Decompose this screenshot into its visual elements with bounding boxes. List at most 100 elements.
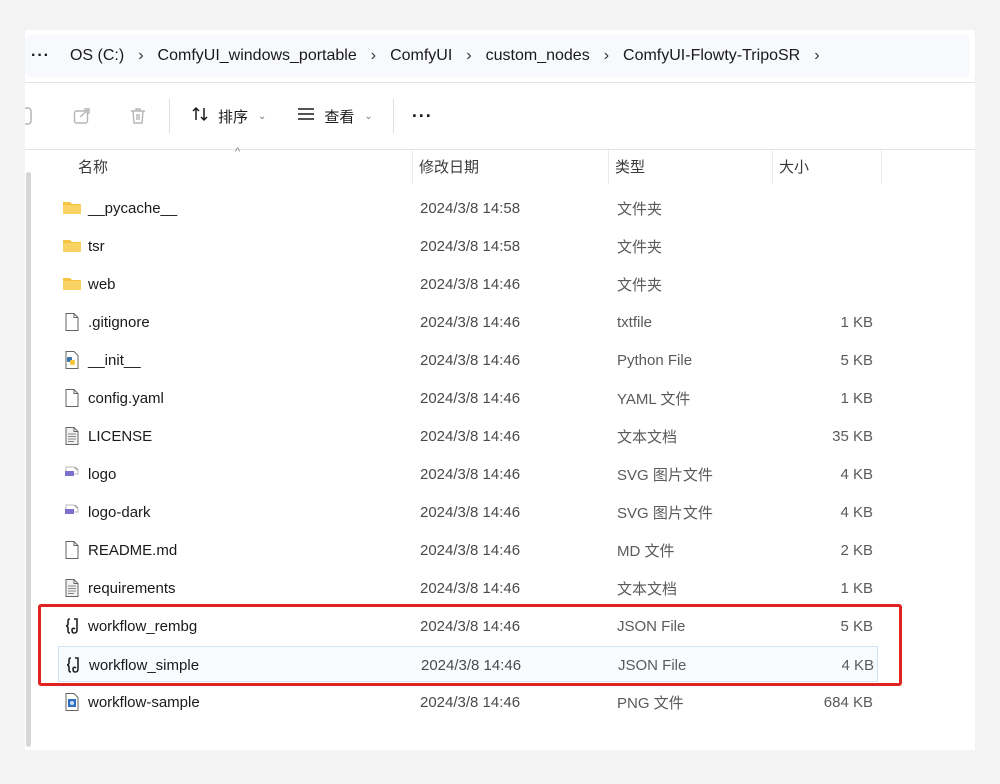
file-name-cell[interactable]: workflow-sample [62, 684, 200, 720]
file-size: 5 KB [840, 351, 873, 369]
file-modified: 2024/3/8 14:46 [421, 656, 522, 674]
file-name-cell[interactable]: workflow_simple [63, 647, 199, 683]
file-name: workflow_simple [89, 656, 200, 674]
file-name: .gitignore [88, 313, 150, 331]
file-row[interactable]: workflow-sample 2024/3/8 14:46 PNG 文件 684 K… [58, 684, 878, 720]
column-header-modified[interactable]: 修改日期 [413, 148, 609, 184]
python-file-icon [62, 350, 82, 370]
delete-icon[interactable] [127, 105, 149, 127]
file-row[interactable]: tsr 2024/3/8 14:58 文件夹 [58, 228, 878, 264]
file-modified: 2024/3/8 14:46 [420, 275, 521, 293]
file-name-cell[interactable]: __pycache__ [62, 190, 177, 226]
file-row[interactable]: __init__ 2024/3/8 14:46 Python File 5 KB [58, 342, 878, 378]
file-size: 684 KB [823, 693, 873, 711]
file-name-cell[interactable]: __init__ [62, 342, 141, 378]
view-lines-icon [296, 104, 316, 128]
file-name: workflow-sample [88, 693, 200, 711]
chevron-right-icon[interactable]: › [604, 47, 609, 65]
toolbar-divider [169, 99, 170, 133]
file-name-cell[interactable]: config.yaml [62, 380, 164, 416]
file-name-cell[interactable]: .gitignore [62, 304, 150, 340]
breadcrumb-item-custom-nodes[interactable]: custom_nodes [486, 47, 590, 65]
file-row[interactable]: workflow_rembg 2024/3/8 14:46 JSON File 5 K… [58, 608, 878, 644]
file-name: tsr [88, 237, 105, 255]
file-size: 4 KB [840, 465, 873, 483]
file-row[interactable]: .gitignore 2024/3/8 14:46 txtfile 1 KB [58, 304, 878, 340]
file-name: requirements [88, 579, 176, 597]
file-type: JSON File [618, 656, 687, 674]
scrollbar-thumb[interactable] [26, 172, 31, 747]
sort-label: 排序 [218, 108, 249, 126]
file-name: README.md [88, 541, 178, 559]
file-type: 文本文档 [617, 580, 678, 598]
file-row[interactable]: requirements 2024/3/8 14:46 文本文档 1 KB [58, 570, 878, 606]
file-row[interactable]: LICENSE 2024/3/8 14:46 文本文档 35 KB [58, 418, 878, 454]
blank-file-icon [62, 388, 82, 408]
column-header-name[interactable]: 名称 ^ [25, 146, 413, 184]
column-size-label: 大小 [779, 158, 810, 176]
file-size [778, 190, 873, 226]
chevron-right-icon[interactable]: › [371, 47, 376, 65]
chevron-right-icon[interactable]: › [814, 47, 819, 65]
file-size [778, 266, 873, 302]
file-name: workflow_rembg [88, 617, 198, 635]
file-row[interactable]: config.yaml 2024/3/8 14:46 YAML 文件 1 KB [58, 380, 878, 416]
file-name: logo-dark [88, 503, 151, 521]
file-type: SVG 图片文件 [617, 504, 713, 522]
column-header-type[interactable]: 类型 [609, 148, 773, 184]
file-row[interactable]: web 2024/3/8 14:46 文件夹 [58, 266, 878, 302]
file-size: 4 KB [840, 503, 873, 521]
chevron-right-icon[interactable]: › [138, 47, 143, 65]
file-row[interactable]: README.md 2024/3/8 14:46 MD 文件 2 KB [58, 532, 878, 568]
file-name: LICENSE [88, 427, 153, 445]
file-row[interactable]: logo-dark 2024/3/8 14:46 SVG 图片文件 4 KB [58, 494, 878, 530]
column-modified-label: 修改日期 [419, 158, 480, 176]
column-header-size[interactable]: 大小 [773, 148, 882, 184]
file-name-cell[interactable]: README.md [62, 532, 177, 568]
file-row[interactable]: logo 2024/3/8 14:46 SVG 图片文件 4 KB [58, 456, 878, 492]
file-name-cell[interactable]: logo [62, 456, 116, 492]
breadcrumb-overflow-button[interactable]: ··· [31, 47, 50, 65]
file-name-cell[interactable]: logo-dark [62, 494, 151, 530]
vertical-scrollbar[interactable] [25, 148, 33, 750]
chevron-down-icon: ⌄ [258, 110, 267, 122]
paste-icon[interactable] [25, 105, 33, 127]
sort-button[interactable]: 排序 ⌄ [190, 104, 266, 128]
json-file-icon [63, 655, 83, 675]
file-type: SVG 图片文件 [617, 466, 713, 484]
sort-ascending-icon: ^ [235, 146, 241, 158]
breadcrumb-item-triposr[interactable]: ComfyUI-Flowty-TripoSR [623, 47, 800, 65]
more-options-button[interactable]: ··· [412, 106, 433, 127]
file-size [778, 228, 873, 264]
chevron-down-icon: ⌄ [364, 110, 373, 122]
file-name-cell[interactable]: requirements [62, 570, 176, 606]
file-type: PNG 文件 [617, 694, 684, 712]
toolbar-divider [392, 99, 394, 133]
chevron-right-icon[interactable]: › [466, 47, 471, 65]
file-name: config.yaml [88, 389, 164, 407]
file-row[interactable]: __pycache__ 2024/3/8 14:58 文件夹 [58, 190, 878, 226]
svg-file-icon [62, 502, 82, 522]
file-modified: 2024/3/8 14:46 [420, 693, 521, 711]
file-name-cell[interactable]: LICENSE [62, 418, 152, 454]
address-bar[interactable]: ··· OS (C:) › ComfyUI_windows_portable ›… [25, 35, 970, 77]
file-row[interactable]: workflow_simple 2024/3/8 14:46 JSON File 4 … [58, 646, 878, 682]
file-name-cell[interactable]: tsr [62, 228, 105, 264]
command-bar: 排序 ⌄ 查看 ⌄ ··· [25, 82, 975, 150]
breadcrumb-item-portable[interactable]: ComfyUI_windows_portable [158, 47, 357, 65]
share-icon[interactable] [71, 105, 93, 127]
blank-file-icon [62, 312, 82, 332]
file-modified: 2024/3/8 14:46 [420, 579, 521, 597]
file-name: web [88, 275, 116, 293]
svg-file-icon [62, 464, 82, 484]
breadcrumb-item-comfyui[interactable]: ComfyUI [390, 47, 452, 65]
breadcrumb-item-drive[interactable]: OS (C:) [70, 47, 124, 65]
file-name-cell[interactable]: workflow_rembg [62, 608, 197, 644]
png-file-icon [62, 692, 82, 712]
file-type: 文件夹 [617, 200, 663, 218]
file-modified: 2024/3/8 14:46 [420, 313, 521, 331]
file-modified: 2024/3/8 14:46 [420, 351, 521, 369]
view-button[interactable]: 查看 ⌄ [296, 104, 373, 128]
file-size: 5 KB [840, 617, 873, 635]
file-name-cell[interactable]: web [62, 266, 116, 302]
